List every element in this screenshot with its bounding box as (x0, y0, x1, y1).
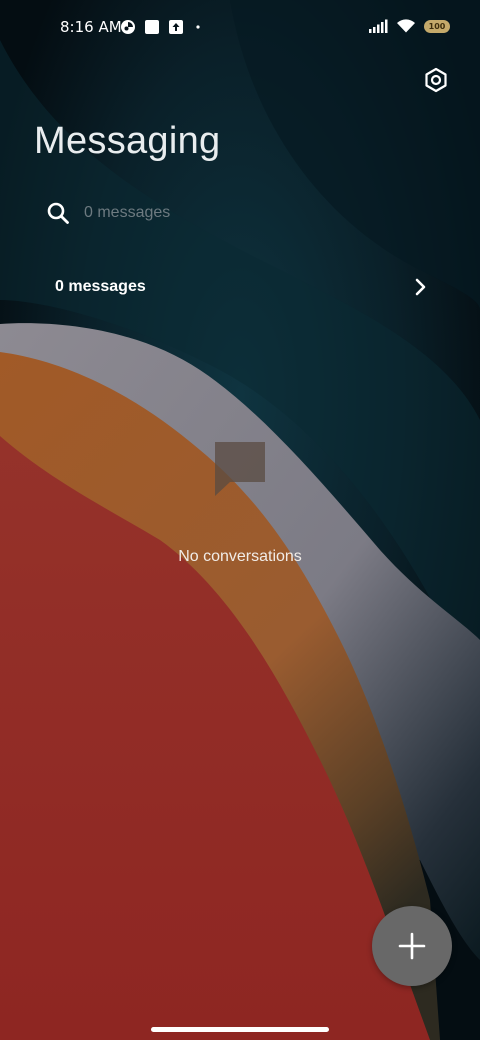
square-notification-icon (145, 20, 159, 34)
empty-state: No conversations (0, 440, 480, 566)
plus-icon (398, 932, 426, 960)
status-bar: 8:16 AM 100 (0, 0, 480, 56)
folder-label: 0 messages (55, 278, 146, 295)
empty-state-text: No conversations (178, 548, 302, 565)
app-notification-icon (121, 20, 135, 34)
message-folder-row[interactable]: 0 messages (55, 270, 427, 304)
system-status-icons: 100 (368, 18, 450, 34)
new-conversation-button[interactable] (372, 906, 452, 986)
search-bar[interactable] (46, 198, 426, 228)
status-time: 8:16 AM (60, 18, 122, 36)
home-indicator[interactable] (151, 1027, 329, 1032)
signal-icon (369, 19, 388, 33)
message-bubble-icon (215, 442, 265, 496)
notification-icons (120, 19, 204, 35)
page-title: Messaging (34, 120, 221, 162)
upload-notification-icon (169, 20, 183, 34)
messaging-screen: 8:16 AM 100 Messaging 0 messages 0 messa… (0, 0, 480, 1040)
search-input[interactable] (84, 204, 384, 222)
wifi-icon (397, 19, 415, 33)
chevron-right-icon (415, 278, 426, 296)
dot-icon (196, 25, 200, 29)
settings-button[interactable] (422, 66, 450, 94)
battery-icon: 100 (424, 19, 450, 33)
search-icon (47, 202, 69, 224)
settings-hexagon-icon (425, 67, 447, 93)
